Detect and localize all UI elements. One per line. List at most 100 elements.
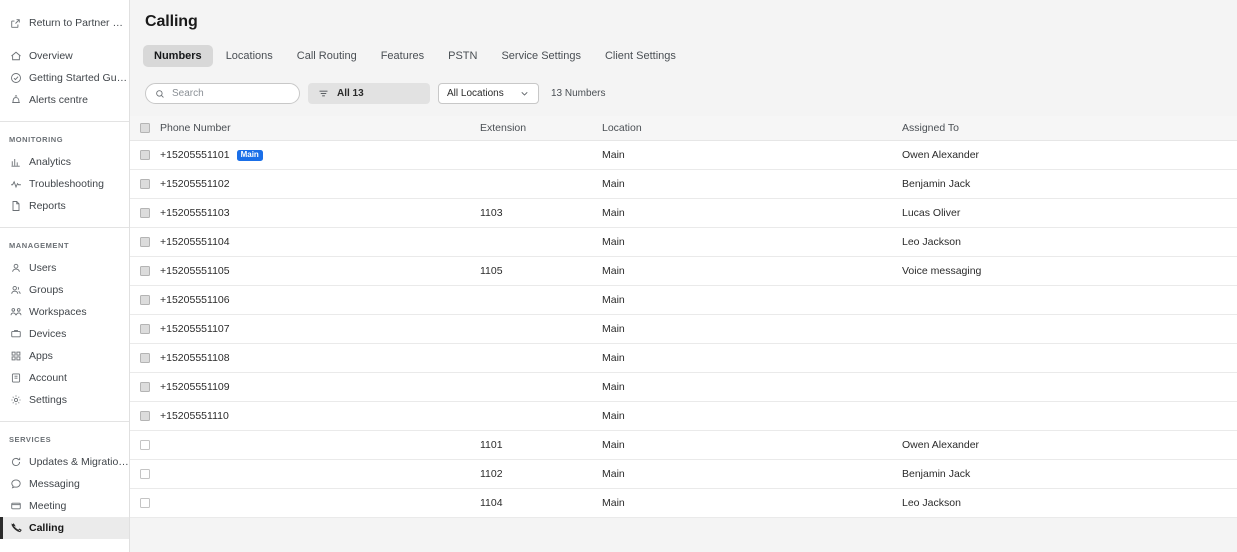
sidebar-item-label: Workspaces [29,306,87,318]
tab-service-settings[interactable]: Service Settings [490,45,591,67]
sidebar: Return to Partner Hub Overview Getting S… [0,0,130,552]
sidebar-item-apps[interactable]: Apps [0,345,129,367]
row-checkbox[interactable] [140,353,150,363]
gear-icon [9,394,22,407]
sidebar-item-reports[interactable]: Reports [0,195,129,217]
check-circle-icon [9,72,22,85]
tab-locations[interactable]: Locations [215,45,284,67]
table-row[interactable]: +15205551103 1103 Main Lucas Oliver [130,199,1237,228]
sidebar-item-label: Devices [29,328,67,340]
pulse-icon [9,178,22,191]
tab-call-routing[interactable]: Call Routing [286,45,368,67]
table-row[interactable]: +15205551110 Main [130,402,1237,431]
sidebar-item-workspaces[interactable]: Workspaces [0,301,129,323]
sidebar-section-services: SERVICES [9,435,52,444]
row-select-cell [130,150,160,160]
table-row[interactable]: 1101 Main Owen Alexander [130,431,1237,460]
table-row[interactable]: +15205551108 Main [130,344,1237,373]
row-checkbox[interactable] [140,382,150,392]
sidebar-item-meeting[interactable]: Meeting [0,495,129,517]
sidebar-item-analytics[interactable]: Analytics [0,151,129,173]
row-checkbox[interactable] [140,237,150,247]
row-checkbox[interactable] [140,295,150,305]
table-row[interactable]: +15205551109 Main [130,373,1237,402]
table-row[interactable]: +15205551102 Main Benjamin Jack [130,170,1237,199]
sidebar-item-alerts-centre[interactable]: Alerts centre [0,89,129,111]
document-icon [9,200,22,213]
sidebar-item-updates-migrations[interactable]: Updates & Migrations [0,451,129,473]
table-row[interactable]: +15205551105 1105 Main Voice messaging [130,257,1237,286]
sidebar-item-label: Settings [29,394,67,406]
row-checkbox[interactable] [140,469,150,479]
sidebar-item-users[interactable]: Users [0,257,129,279]
device-icon [9,328,22,341]
home-icon [9,50,22,63]
tab-bar: Numbers Locations Call Routing Features … [143,45,1237,67]
cell-location: Main [602,323,625,335]
table-row[interactable]: +15205551106 Main [130,286,1237,315]
select-all-checkbox[interactable] [140,123,150,133]
row-checkbox[interactable] [140,498,150,508]
table-row[interactable]: 1104 Main Leo Jackson [130,489,1237,518]
row-checkbox[interactable] [140,150,150,160]
row-select-cell [130,208,160,218]
sidebar-item-return-to-partner-hub[interactable]: Return to Partner Hub [0,12,129,34]
tab-numbers[interactable]: Numbers [143,45,213,67]
location-select[interactable]: All Locations [438,83,539,104]
cell-location: Main [602,381,625,393]
sidebar-item-groups[interactable]: Groups [0,279,129,301]
cell-assigned-to: Benjamin Jack [902,178,971,190]
row-select-cell [130,498,160,508]
table-row[interactable]: +15205551101 Main Main Owen Alexander [130,141,1237,170]
column-header-phone-number[interactable]: Phone Number [160,122,480,134]
search-input[interactable] [172,88,290,99]
sidebar-item-calling[interactable]: Calling [0,517,129,539]
numbers-table: Phone Number Extension Location Assigned… [130,116,1237,518]
search-box[interactable] [145,83,300,104]
cell-assigned-to: Leo Jackson [902,236,961,248]
sidebar-item-account[interactable]: Account [0,367,129,389]
row-checkbox[interactable] [140,266,150,276]
sidebar-divider [0,121,129,122]
sidebar-item-troubleshooting[interactable]: Troubleshooting [0,173,129,195]
sidebar-item-getting-started-guide[interactable]: Getting Started Guide [0,67,129,89]
row-select-cell [130,440,160,450]
column-header-assigned-to[interactable]: Assigned To [902,122,1237,134]
table-row[interactable]: 1102 Main Benjamin Jack [130,460,1237,489]
row-select-cell [130,353,160,363]
tab-features[interactable]: Features [370,45,435,67]
cell-extension: 1102 [480,468,503,480]
account-icon [9,372,22,385]
table-row[interactable]: +15205551107 Main [130,315,1237,344]
table-row[interactable]: +15205551104 Main Leo Jackson [130,228,1237,257]
row-checkbox[interactable] [140,179,150,189]
phone-number-text: +15205551101 [160,149,230,161]
sidebar-item-settings[interactable]: Settings [0,389,129,411]
sidebar-item-overview[interactable]: Overview [0,45,129,67]
row-checkbox[interactable] [140,208,150,218]
row-checkbox[interactable] [140,324,150,334]
refresh-icon [9,456,22,469]
cell-phone-number: +15205551105 [160,265,480,277]
column-header-extension[interactable]: Extension [480,122,602,134]
row-select-cell [130,324,160,334]
row-select-cell [130,237,160,247]
sidebar-item-messaging[interactable]: Messaging [0,473,129,495]
sidebar-item-label: Calling [29,522,65,534]
row-checkbox[interactable] [140,411,150,421]
sidebar-section-monitoring: MONITORING [9,135,64,144]
tab-pstn[interactable]: PSTN [437,45,488,67]
cell-assigned-to: Lucas Oliver [902,207,961,219]
cell-assigned-to: Voice messaging [902,265,982,277]
row-select-cell [130,382,160,392]
sidebar-item-devices[interactable]: Devices [0,323,129,345]
table-body: +15205551101 Main Main Owen Alexander +15205… [130,141,1237,518]
phone-number-text: +15205551102 [160,178,230,190]
row-checkbox[interactable] [140,440,150,450]
sidebar-item-label: Apps [29,350,53,362]
filter-all-button[interactable]: All 13 [308,83,430,104]
column-header-location[interactable]: Location [602,122,902,134]
phone-number-text: +15205551110 [160,410,229,422]
chat-bubble-icon [9,478,22,491]
tab-client-settings[interactable]: Client Settings [594,45,687,67]
